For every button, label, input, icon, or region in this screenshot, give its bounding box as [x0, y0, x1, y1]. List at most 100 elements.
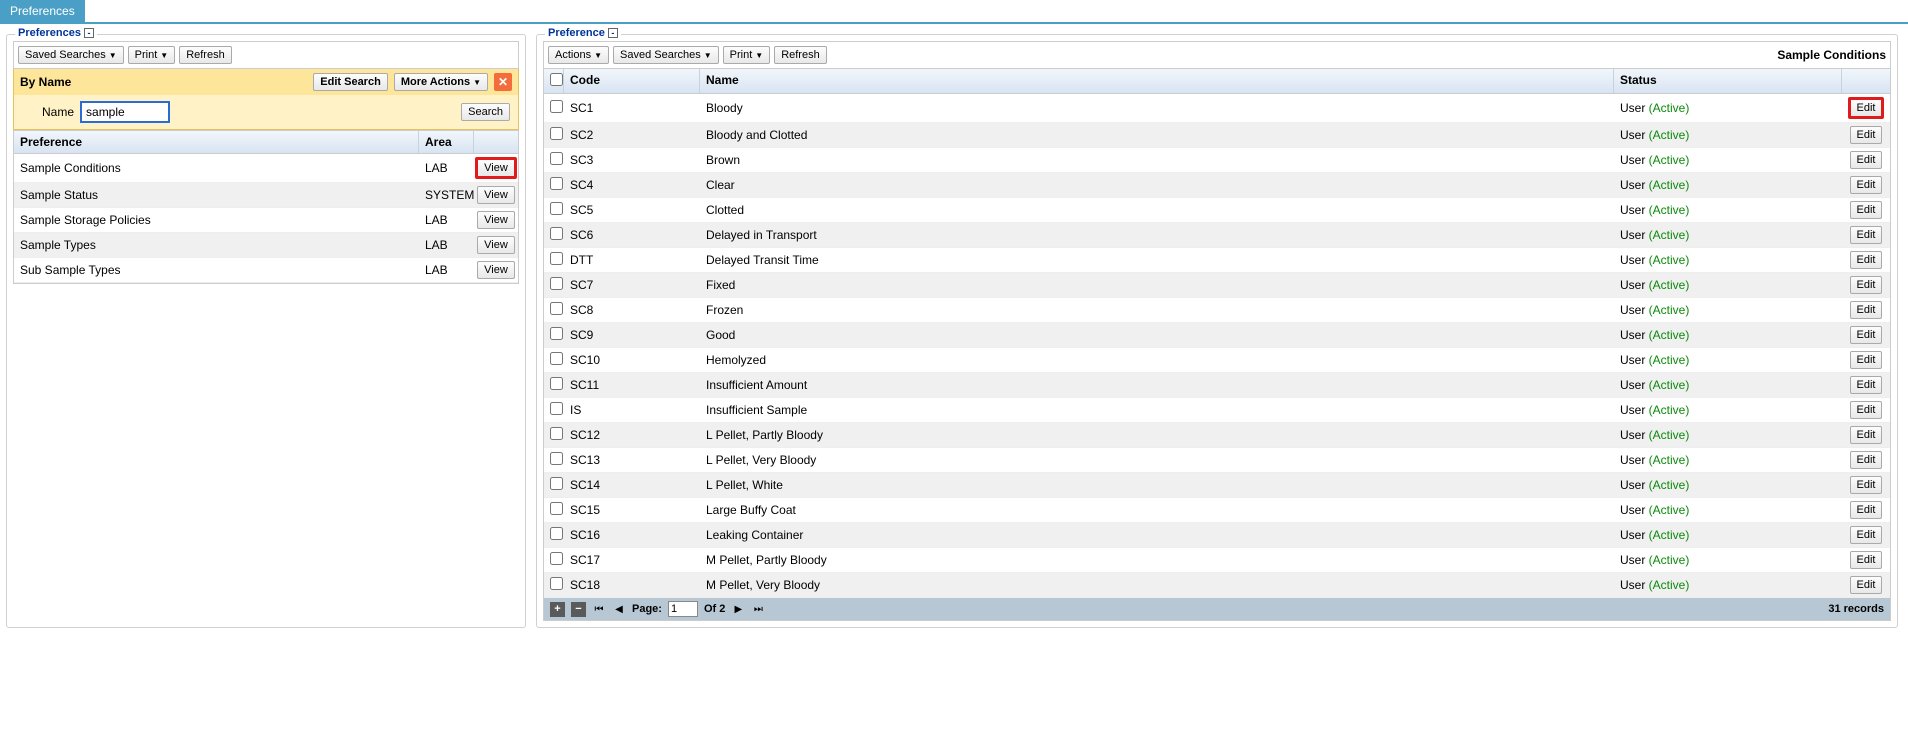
edit-button[interactable]: Edit: [1850, 451, 1883, 469]
row-checkbox[interactable]: [550, 127, 563, 140]
remove-row-button[interactable]: −: [571, 602, 586, 617]
checkbox-cell: [544, 324, 564, 346]
row-checkbox[interactable]: [550, 352, 563, 365]
table-row[interactable]: SC18M Pellet, Very BloodyUser (Active)Ed…: [544, 573, 1890, 598]
table-row[interactable]: SC1BloodyUser (Active)Edit: [544, 94, 1890, 123]
table-row[interactable]: SC9GoodUser (Active)Edit: [544, 323, 1890, 348]
table-row[interactable]: Sample TypesLABView: [14, 233, 518, 258]
last-page-button[interactable]: ⏭: [751, 602, 765, 616]
row-checkbox[interactable]: [550, 252, 563, 265]
row-checkbox[interactable]: [550, 452, 563, 465]
edit-button[interactable]: Edit: [1850, 301, 1883, 319]
edit-button[interactable]: Edit: [1850, 551, 1883, 569]
row-checkbox[interactable]: [550, 177, 563, 190]
table-row[interactable]: SC2Bloody and ClottedUser (Active)Edit: [544, 123, 1890, 148]
table-row[interactable]: SC16Leaking ContainerUser (Active)Edit: [544, 523, 1890, 548]
table-row[interactable]: SC13L Pellet, Very BloodyUser (Active)Ed…: [544, 448, 1890, 473]
refresh-button[interactable]: Refresh: [774, 46, 827, 64]
row-checkbox[interactable]: [550, 477, 563, 490]
view-button[interactable]: View: [475, 157, 517, 179]
table-row[interactable]: Sub Sample TypesLABView: [14, 258, 518, 283]
row-checkbox[interactable]: [550, 502, 563, 515]
col-area[interactable]: Area: [419, 131, 474, 153]
edit-button[interactable]: Edit: [1850, 376, 1883, 394]
row-checkbox[interactable]: [550, 302, 563, 315]
edit-button[interactable]: Edit: [1850, 401, 1883, 419]
name-input[interactable]: [80, 101, 170, 123]
view-button[interactable]: View: [477, 236, 515, 254]
col-status[interactable]: Status: [1614, 69, 1842, 93]
refresh-button[interactable]: Refresh: [179, 46, 232, 64]
row-checkbox[interactable]: [550, 100, 563, 113]
prev-page-button[interactable]: ◀: [612, 602, 626, 616]
view-button[interactable]: View: [477, 211, 515, 229]
edit-button[interactable]: Edit: [1850, 476, 1883, 494]
table-row[interactable]: Sample StatusSYSTEMView: [14, 183, 518, 208]
saved-searches-button[interactable]: Saved Searches: [613, 46, 719, 64]
edit-button[interactable]: Edit: [1850, 501, 1883, 519]
table-row[interactable]: SC17M Pellet, Partly BloodyUser (Active)…: [544, 548, 1890, 573]
col-code[interactable]: Code: [564, 69, 700, 93]
search-button[interactable]: Search: [461, 103, 510, 121]
table-row[interactable]: SC15Large Buffy CoatUser (Active)Edit: [544, 498, 1890, 523]
print-button[interactable]: Print: [723, 46, 771, 64]
table-row[interactable]: SC3BrownUser (Active)Edit: [544, 148, 1890, 173]
more-actions-button[interactable]: More Actions: [394, 73, 488, 91]
collapse-icon[interactable]: -: [84, 28, 94, 38]
table-row[interactable]: SC12L Pellet, Partly BloodyUser (Active)…: [544, 423, 1890, 448]
table-row[interactable]: Sample ConditionsLABView: [14, 154, 518, 183]
col-preference[interactable]: Preference: [14, 131, 419, 153]
edit-button[interactable]: Edit: [1850, 251, 1883, 269]
row-checkbox[interactable]: [550, 552, 563, 565]
print-button[interactable]: Print: [128, 46, 176, 64]
row-checkbox[interactable]: [550, 202, 563, 215]
edit-button[interactable]: Edit: [1850, 276, 1883, 294]
edit-button[interactable]: Edit: [1850, 126, 1883, 144]
edit-button[interactable]: Edit: [1848, 97, 1885, 119]
edit-button[interactable]: Edit: [1850, 201, 1883, 219]
edit-button[interactable]: Edit: [1850, 151, 1883, 169]
edit-search-button[interactable]: Edit Search: [313, 73, 388, 91]
add-row-button[interactable]: +: [550, 602, 565, 617]
table-row[interactable]: SC8FrozenUser (Active)Edit: [544, 298, 1890, 323]
next-page-button[interactable]: ▶: [731, 602, 745, 616]
row-checkbox[interactable]: [550, 402, 563, 415]
table-row[interactable]: SC14L Pellet, WhiteUser (Active)Edit: [544, 473, 1890, 498]
edit-button[interactable]: Edit: [1850, 226, 1883, 244]
actions-button[interactable]: Actions: [548, 46, 609, 64]
row-checkbox[interactable]: [550, 327, 563, 340]
collapse-icon[interactable]: -: [608, 28, 618, 38]
page-input[interactable]: [668, 601, 698, 617]
view-button[interactable]: View: [477, 261, 515, 279]
row-checkbox[interactable]: [550, 377, 563, 390]
tab-preferences[interactable]: Preferences: [0, 0, 85, 22]
edit-button[interactable]: Edit: [1850, 426, 1883, 444]
table-row[interactable]: SC10HemolyzedUser (Active)Edit: [544, 348, 1890, 373]
table-row[interactable]: DTTDelayed Transit TimeUser (Active)Edit: [544, 248, 1890, 273]
edit-button[interactable]: Edit: [1850, 176, 1883, 194]
close-search-icon[interactable]: ✕: [494, 73, 512, 91]
col-name[interactable]: Name: [700, 69, 1614, 93]
table-row[interactable]: SC5ClottedUser (Active)Edit: [544, 198, 1890, 223]
select-all-checkbox[interactable]: [550, 73, 563, 86]
area-cell: SYSTEM: [419, 185, 474, 205]
table-row[interactable]: Sample Storage PoliciesLABView: [14, 208, 518, 233]
table-row[interactable]: SC7FixedUser (Active)Edit: [544, 273, 1890, 298]
table-row[interactable]: SC4ClearUser (Active)Edit: [544, 173, 1890, 198]
edit-button[interactable]: Edit: [1850, 576, 1883, 594]
view-button[interactable]: View: [477, 186, 515, 204]
row-checkbox[interactable]: [550, 227, 563, 240]
row-checkbox[interactable]: [550, 527, 563, 540]
table-row[interactable]: SC6Delayed in TransportUser (Active)Edit: [544, 223, 1890, 248]
row-checkbox[interactable]: [550, 152, 563, 165]
saved-searches-button[interactable]: Saved Searches: [18, 46, 124, 64]
edit-button[interactable]: Edit: [1850, 326, 1883, 344]
row-checkbox[interactable]: [550, 427, 563, 440]
edit-button[interactable]: Edit: [1850, 526, 1883, 544]
edit-button[interactable]: Edit: [1850, 351, 1883, 369]
first-page-button[interactable]: ⏮: [592, 602, 606, 616]
row-checkbox[interactable]: [550, 577, 563, 590]
table-row[interactable]: SC11Insufficient AmountUser (Active)Edit: [544, 373, 1890, 398]
table-row[interactable]: ISInsufficient SampleUser (Active)Edit: [544, 398, 1890, 423]
row-checkbox[interactable]: [550, 277, 563, 290]
